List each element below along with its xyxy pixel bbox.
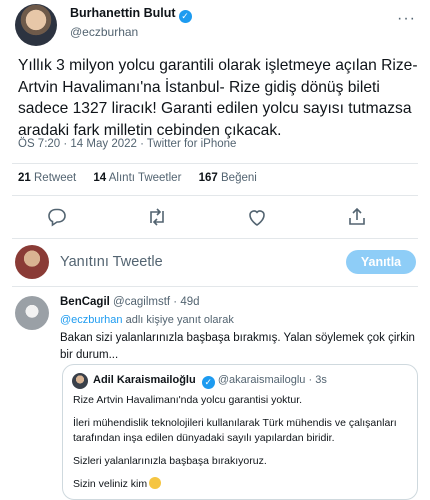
current-user-avatar[interactable] — [15, 245, 49, 279]
quote-header: Adil Karaismailoğlu ✓ @akaraismailoglu ·… — [93, 374, 327, 389]
quote-author-name: Adil Karaismailoğlu — [93, 374, 196, 386]
replying-to-mention[interactable]: @eczburhan — [60, 314, 123, 326]
share-icon[interactable] — [345, 205, 369, 229]
quote-time: 3s — [315, 374, 327, 386]
verified-badge-icon: ✓ — [178, 10, 192, 23]
quote-paragraph-last: Sizin veliniz kim — [73, 477, 408, 492]
reply-time[interactable]: 49d — [180, 296, 199, 308]
like-count[interactable]: 167 Beğeni — [199, 172, 257, 184]
reply-composer: Yanıtını Tweetle Yanıtla — [0, 245, 430, 285]
reply-header: BenCagil @cagilmstf · 49d — [60, 296, 200, 308]
quote-count[interactable]: 14 Alıntı Tweetler — [93, 172, 181, 184]
reply-author-name[interactable]: BenCagil — [60, 296, 110, 308]
quote-paragraph: Sizleri yalanlarınızla başbaşa bırakıyor… — [73, 455, 267, 467]
reply-text: Bakan sizi yalanlarınızla başbaşa bırakm… — [60, 332, 415, 361]
divider — [12, 195, 418, 196]
divider — [12, 163, 418, 164]
author-avatar[interactable] — [15, 4, 57, 46]
reply-icon[interactable] — [45, 205, 69, 229]
tweet-actions — [0, 205, 430, 235]
divider — [12, 238, 418, 239]
verified-badge-icon: ✓ — [201, 376, 215, 389]
retweet-icon[interactable] — [145, 205, 169, 229]
separator-dot: · — [308, 374, 313, 386]
replying-to: @eczburhan adlı kişiye yanıt olarak — [60, 314, 234, 326]
reply-input[interactable]: Yanıtını Tweetle — [60, 254, 163, 270]
reply-author-avatar[interactable] — [15, 296, 49, 330]
quote-author-avatar — [72, 373, 88, 389]
quoted-tweet[interactable]: Adil Karaismailoğlu ✓ @akaraismailoglu ·… — [62, 364, 418, 500]
quote-paragraph: İleri mühendislik teknolojileri kullanıl… — [73, 417, 397, 444]
tweet-timestamp[interactable]: ÖS 7:20 · 14 May 2022 · Twitter for iPho… — [18, 138, 236, 150]
like-icon[interactable] — [245, 205, 269, 229]
quote-author-handle: @akaraismailoglu — [217, 374, 306, 386]
author-handle[interactable]: @eczburhan — [70, 25, 138, 39]
thinking-face-icon — [149, 477, 162, 489]
replying-to-suffix: adlı kişiye yanıt olarak — [122, 314, 234, 326]
reply-author-handle[interactable]: @cagilmstf — [113, 296, 170, 308]
author-name-row[interactable]: Burhanettin Bulut ✓ — [70, 6, 192, 23]
divider — [12, 286, 418, 287]
tweet-stats: 21 Retweet 14 Alıntı Tweetler 167 Beğeni — [18, 172, 271, 184]
author-name[interactable]: Burhanettin Bulut — [70, 6, 176, 20]
more-options-icon[interactable]: ··· — [397, 10, 416, 28]
retweet-count[interactable]: 21 Retweet — [18, 172, 76, 184]
tweet-text: Yıllık 3 milyon yolcu garantili olarak i… — [18, 57, 418, 139]
separator-dot: · — [173, 296, 178, 308]
quote-paragraph: Rize Artvin Havalimanı'nda yolcu garanti… — [73, 394, 303, 406]
reply-button[interactable]: Yanıtla — [346, 250, 416, 274]
